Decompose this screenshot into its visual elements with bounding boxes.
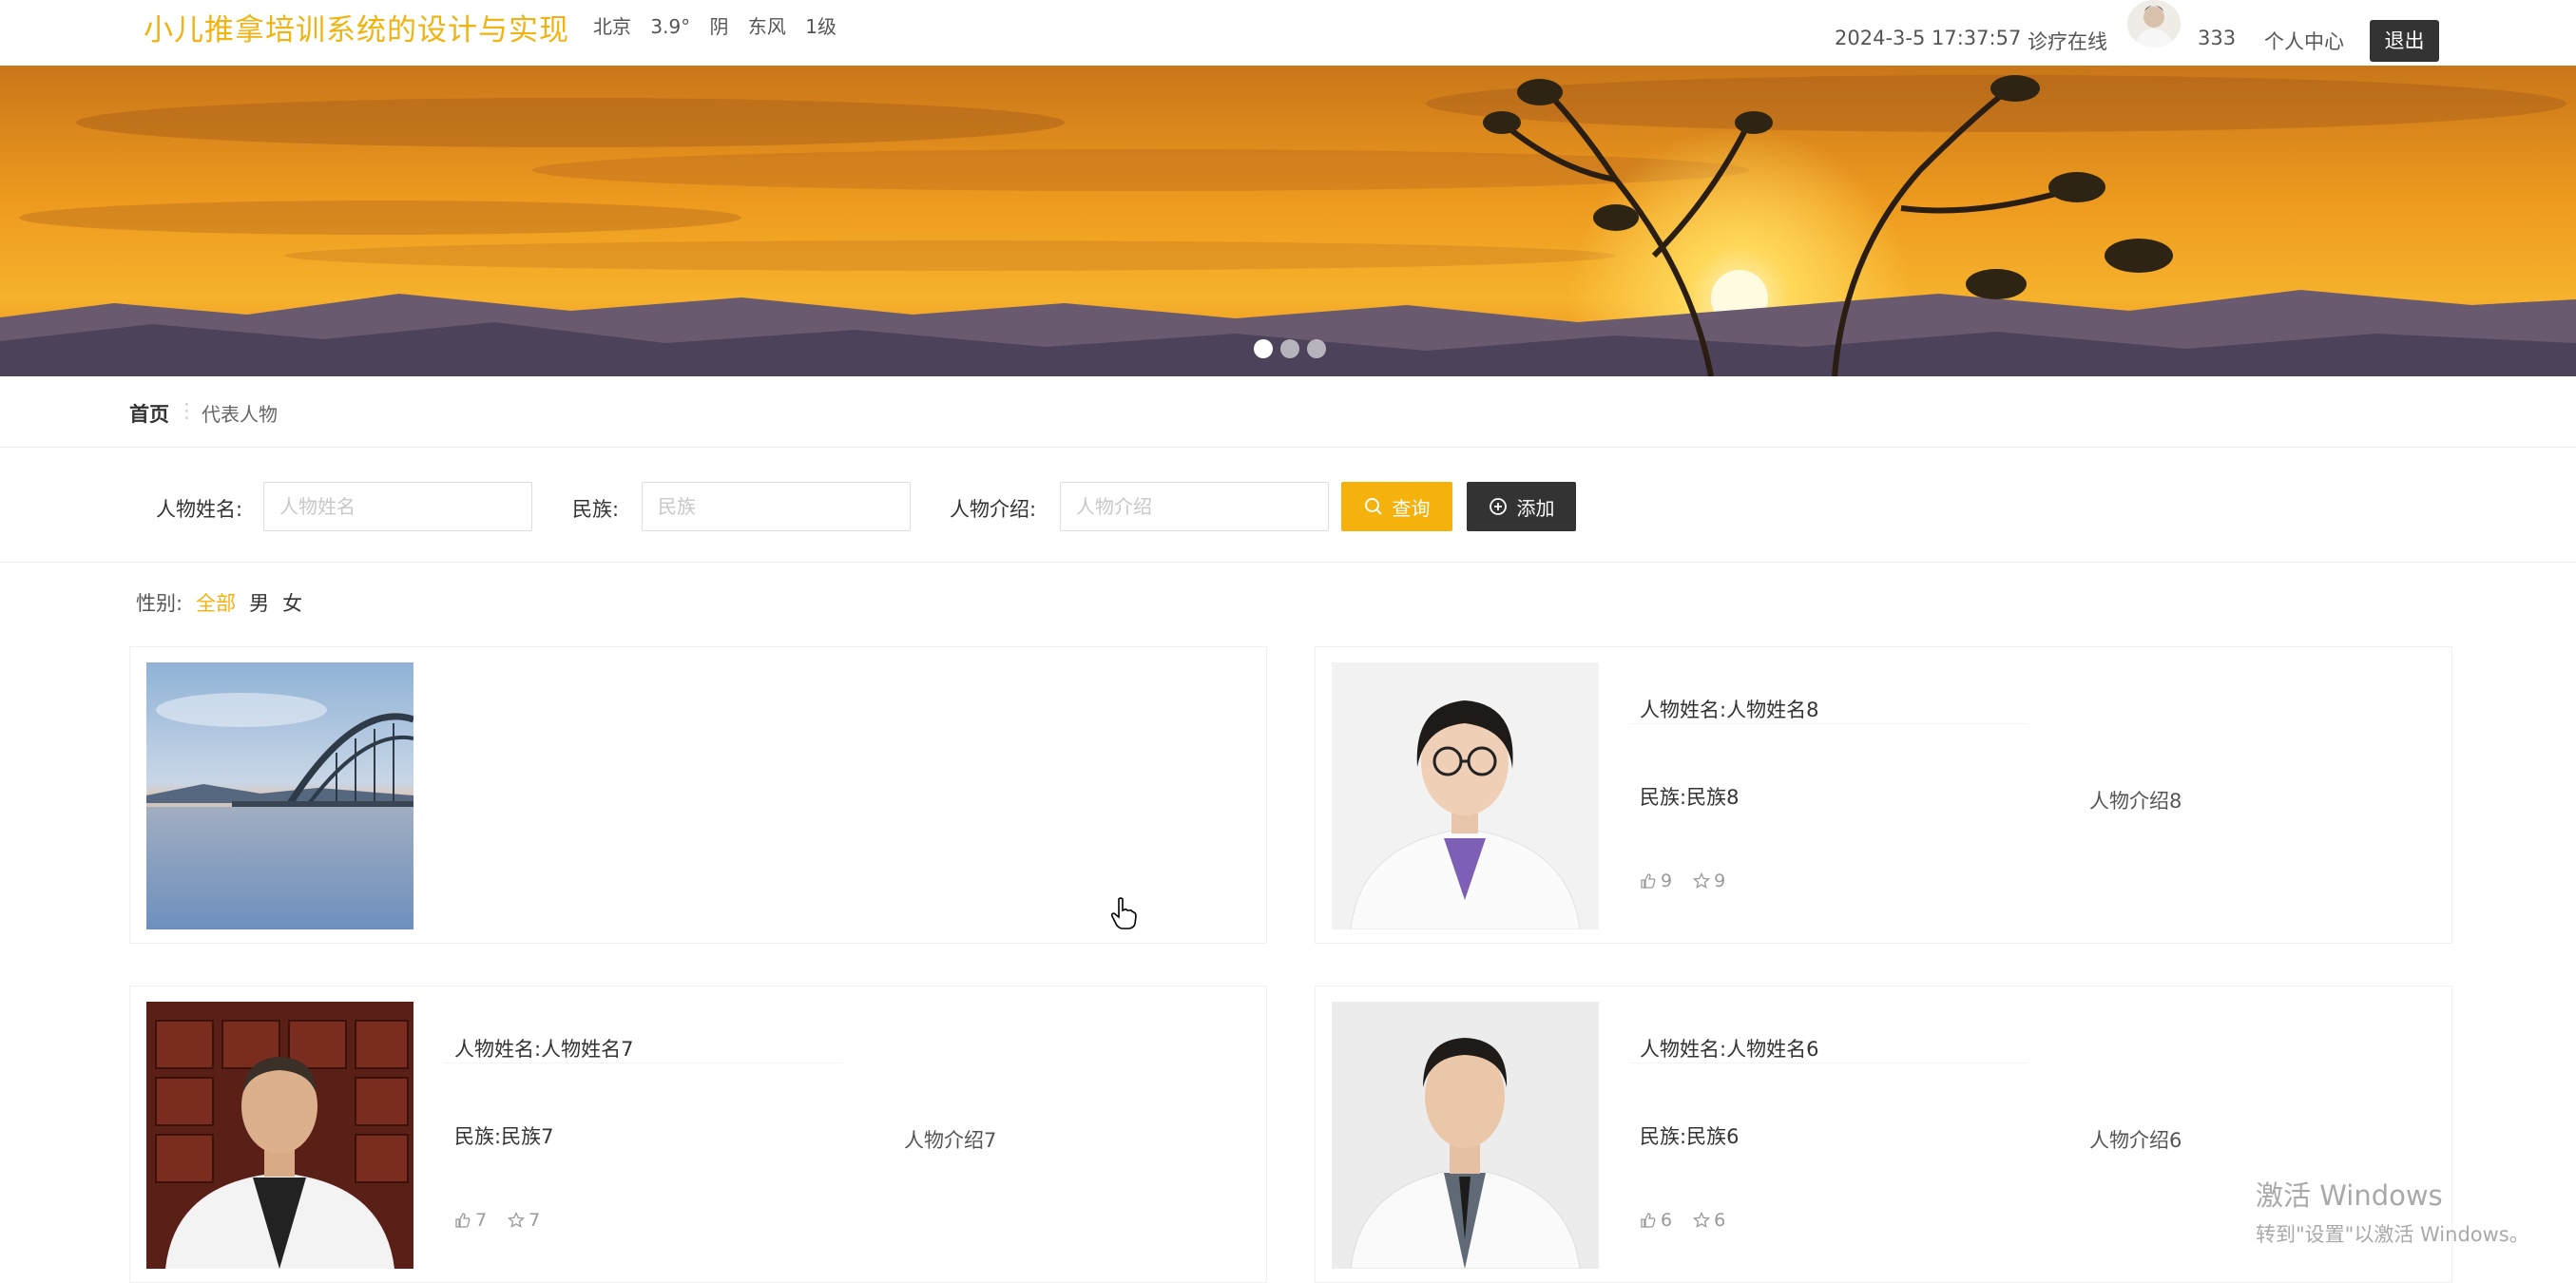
add-button[interactable]: 添加: [1467, 482, 1576, 531]
person-intro: 人物介绍7: [904, 1129, 997, 1152]
person-name: 人物姓名:人物姓名8: [1640, 699, 1819, 721]
favorites[interactable]: 6: [1693, 1210, 1725, 1231]
person-intro: 人物介绍8: [2089, 790, 2182, 813]
person-stats: 7 7: [454, 1210, 540, 1231]
thumbs-up-icon: [455, 1213, 471, 1228]
weather-level: 1级: [805, 15, 836, 38]
star-icon: [1693, 872, 1711, 889]
favorites[interactable]: 7: [508, 1210, 540, 1231]
person-photo: [1332, 1002, 1599, 1269]
breadcrumb: 首页 ⋮ 代表人物: [0, 376, 2576, 448]
person-nation: 民族:民族8: [1640, 786, 1740, 809]
likes[interactable]: 9: [1640, 871, 1672, 891]
search-icon: [1364, 498, 1382, 515]
profile-link[interactable]: 个人中心: [2264, 27, 2344, 55]
name-search-input[interactable]: [263, 482, 532, 531]
name-label: 人物姓名:: [156, 498, 243, 521]
favorites-count: 7: [529, 1210, 541, 1231]
person-nation: 民族:民族6: [1640, 1125, 1740, 1148]
watermark-line1: 激活 Windows: [2256, 1179, 2443, 1212]
likes[interactable]: 6: [1640, 1210, 1672, 1231]
windows-activation-watermark: 激活 Windows 转到"设置"以激活 Windows。: [2256, 1174, 2529, 1248]
site-title[interactable]: 小儿推拿培训系统的设计与实现: [144, 6, 569, 48]
person-photo: [1332, 662, 1599, 929]
carousel-dot[interactable]: [1254, 339, 1273, 358]
query-label: 查询: [1392, 496, 1431, 520]
favorites-count: 6: [1714, 1210, 1726, 1231]
breadcrumb-current: 代表人物: [202, 403, 278, 426]
favorites-count: 9: [1714, 871, 1726, 891]
banner-carousel[interactable]: [0, 66, 2576, 376]
carousel-dot[interactable]: [1307, 339, 1326, 358]
plus-circle-icon: [1489, 498, 1507, 515]
person-card[interactable]: 人物姓名:人物姓名7 民族:民族7 人物介绍7 7 7: [129, 986, 1267, 1283]
weather-wind: 东风: [747, 15, 786, 38]
likes[interactable]: 7: [454, 1210, 487, 1231]
star-icon: [1693, 1212, 1711, 1228]
gender-filter: 性别: 全部 男 女: [136, 588, 302, 617]
add-label: 添加: [1516, 496, 1555, 520]
datetime: 2024-3-5 17:37:57: [1835, 27, 2022, 49]
person-name: 人物姓名:人物姓名7: [454, 1038, 634, 1061]
person-photo: [146, 662, 413, 929]
gender-filter-label: 性别:: [136, 592, 183, 615]
query-button[interactable]: 查询: [1341, 482, 1452, 531]
weather-city: 北京: [593, 15, 631, 38]
top-header: 小儿推拿培训系统的设计与实现 北京 3.9° 阴 东风 1级 2024-3-5 …: [0, 0, 2576, 66]
search-form: 人物姓名: 民族: 人物介绍: 查询 添加: [0, 449, 2576, 563]
breadcrumb-home[interactable]: 首页: [129, 399, 169, 428]
breadcrumb-separator: ⋮: [177, 399, 197, 422]
person-photo: [146, 1002, 413, 1269]
carousel-dot[interactable]: [1280, 339, 1299, 358]
person-stats: 6 6: [1640, 1210, 1725, 1231]
intro-label: 人物介绍:: [950, 498, 1037, 521]
weather-condition: 阴: [709, 15, 729, 38]
gender-option-female[interactable]: 女: [282, 588, 302, 617]
thumbs-up-icon: [1641, 873, 1656, 889]
intro-search-input[interactable]: [1060, 482, 1329, 531]
watermark-line2: 转到"设置"以激活 Windows。: [2256, 1223, 2529, 1246]
banner-image: [0, 66, 2576, 376]
username: 333: [2198, 27, 2237, 49]
thumbs-up-icon: [1641, 1213, 1656, 1228]
nation-search-input[interactable]: [642, 482, 911, 531]
star-icon: [508, 1212, 526, 1228]
person-nation: 民族:民族7: [454, 1125, 554, 1148]
logout-button[interactable]: 退出: [2370, 20, 2439, 62]
gender-option-male[interactable]: 男: [249, 588, 269, 617]
weather-temp: 3.9°: [650, 15, 691, 38]
carousel-dots: [1254, 339, 1326, 358]
person-intro: 人物介绍6: [2089, 1129, 2182, 1152]
person-name: 人物姓名:人物姓名6: [1640, 1038, 1819, 1061]
person-stats: 9 9: [1640, 871, 1725, 891]
avatar[interactable]: [2127, 0, 2181, 48]
weather-widget: 北京 3.9° 阴 东风 1级: [593, 11, 850, 39]
likes-count: 6: [1661, 1210, 1673, 1231]
likes-count: 9: [1661, 871, 1673, 891]
divider: [1629, 723, 2028, 724]
person-card[interactable]: [129, 646, 1267, 944]
likes-count: 7: [475, 1210, 488, 1231]
hand-cursor-icon: [1110, 897, 1137, 929]
nav-link-clinic[interactable]: 诊疗在线: [2028, 27, 2107, 55]
gender-option-all[interactable]: 全部: [196, 588, 236, 617]
nation-label: 民族:: [572, 498, 620, 521]
favorites[interactable]: 9: [1693, 871, 1725, 891]
person-card[interactable]: 人物姓名:人物姓名8 民族:民族8 人物介绍8 9 9: [1315, 646, 2452, 944]
